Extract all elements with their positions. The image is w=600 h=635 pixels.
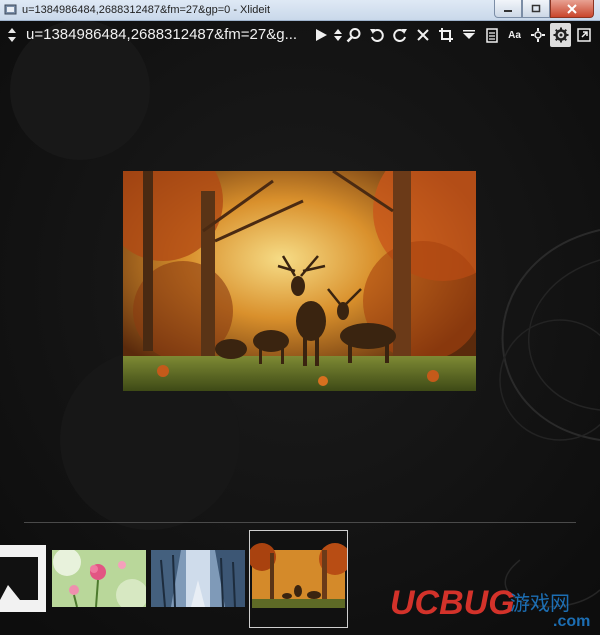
- tool-buttons: Aa: [310, 23, 596, 47]
- thumbnail-snow-forest-image: [151, 550, 245, 607]
- rotate-right-button[interactable]: [389, 23, 410, 47]
- crop-button[interactable]: [435, 23, 456, 47]
- up-down-arrows-icon: [334, 29, 342, 41]
- file-navigator-arrows-icon[interactable]: [7, 26, 17, 44]
- window-controls: [494, 0, 594, 18]
- sort-menu-button[interactable]: [458, 23, 479, 47]
- autumn-deer-photo: [123, 171, 476, 391]
- zoom-icon: [346, 28, 360, 43]
- ucbug-watermark: UCBUG 游戏网 .com: [390, 584, 590, 630]
- thumbnail-flowers[interactable]: [52, 550, 146, 607]
- rotate-left-icon: [369, 29, 384, 42]
- thumbnail-dark-partial[interactable]: [0, 545, 46, 612]
- minimize-icon: [504, 9, 512, 12]
- main-photo[interactable]: [123, 171, 476, 391]
- delete-button[interactable]: [412, 23, 433, 47]
- delete-icon: [416, 29, 429, 41]
- info-icon: [485, 27, 498, 43]
- navigate-arrows-button[interactable]: [333, 23, 343, 47]
- thumbnail-autumn-deer-image: [250, 531, 347, 627]
- thumbnail-autumn-deer[interactable]: [249, 530, 348, 628]
- app-icon: [4, 4, 17, 15]
- fit-button[interactable]: [527, 23, 548, 47]
- thumbnail-flowers-image: [52, 550, 146, 607]
- fit-icon: [530, 28, 545, 42]
- zoom-button[interactable]: [343, 23, 364, 47]
- watermark-domain: .com: [553, 613, 590, 630]
- rotate-right-icon: [392, 29, 407, 42]
- rotate-left-button[interactable]: [366, 23, 387, 47]
- thumbnail-divider: [24, 522, 576, 523]
- app-window: u=1384986484,2688312487&fm=27&gp=0 - Xli…: [0, 0, 600, 635]
- window-title: u=1384986484,2688312487&fm=27&gp=0 - Xli…: [22, 4, 271, 16]
- minimize-button[interactable]: [494, 0, 522, 18]
- viewer-toolbar: u=1384986484,2688312487&fm=27&g... Aa: [0, 21, 600, 49]
- watermark-brand: UCBUG: [390, 584, 515, 622]
- external-window-icon: [576, 28, 591, 42]
- watermark-suffix: 游戏网: [510, 591, 570, 615]
- sort-menu-icon: [462, 30, 475, 39]
- crop-icon: [438, 28, 453, 42]
- thumbnail-snow-forest[interactable]: [151, 550, 245, 607]
- external-window-button[interactable]: [573, 23, 594, 47]
- maximize-button[interactable]: [522, 0, 550, 18]
- thumbnail-dark-image: [0, 545, 46, 612]
- settings-icon: [553, 27, 568, 43]
- info-button[interactable]: [481, 23, 502, 47]
- play-icon: [315, 29, 327, 41]
- settings-button[interactable]: [550, 23, 571, 47]
- font-icon: Aa: [508, 29, 521, 41]
- play-button[interactable]: [310, 23, 331, 47]
- close-button[interactable]: [550, 0, 594, 18]
- close-icon: [567, 3, 577, 14]
- file-name[interactable]: u=1384986484,2688312487&fm=27&g...: [26, 26, 297, 43]
- font-button[interactable]: Aa: [504, 23, 525, 47]
- maximize-icon: [531, 4, 541, 13]
- title-bar[interactable]: u=1384986484,2688312487&fm=27&gp=0 - Xli…: [0, 0, 600, 21]
